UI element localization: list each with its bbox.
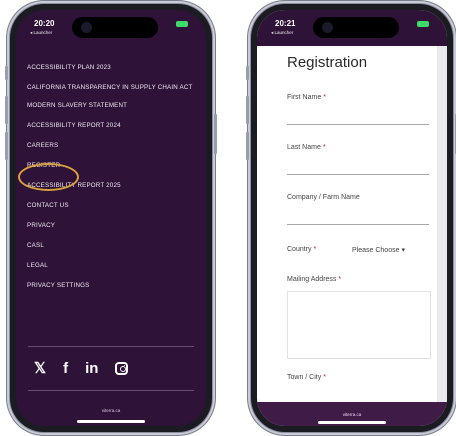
home-indicator[interactable] xyxy=(77,420,145,423)
form-background xyxy=(257,10,447,426)
menu-item-accessibility-plan-2023[interactable]: ACCESSIBILITY PLAN 2023 xyxy=(27,64,196,72)
social-divider-top xyxy=(28,346,194,347)
menu-item-privacy[interactable]: PRIVACY xyxy=(27,222,196,230)
mailing-address-textarea[interactable] xyxy=(287,291,431,359)
first-name-field[interactable] xyxy=(287,124,429,125)
volume-down-button xyxy=(246,132,249,160)
social-divider-bottom xyxy=(28,390,194,391)
country-label: Country * xyxy=(287,246,317,253)
status-time: 20:20 xyxy=(34,19,55,28)
page-title: Registration xyxy=(287,54,368,71)
mailing-address-label: Mailing Address * xyxy=(287,276,342,283)
volume-down-button xyxy=(5,132,8,160)
camera-icon xyxy=(81,22,92,33)
status-time: 20:21 xyxy=(275,19,296,28)
menu-item-casl[interactable]: CASL xyxy=(27,242,196,250)
dynamic-island xyxy=(72,17,158,38)
social-links: 𝕏 f in xyxy=(34,356,192,380)
camera-icon xyxy=(322,22,333,33)
mute-switch xyxy=(246,66,249,80)
country-select[interactable]: Please Choose ▾ xyxy=(352,246,405,254)
linkedin-icon[interactable]: in xyxy=(85,360,98,377)
left-phone: 20:20 ◂ Launcher ACCESSIBILITY PLAN 2023… xyxy=(5,4,217,432)
menu-item-careers[interactable]: CAREERS xyxy=(27,142,196,150)
company-field[interactable] xyxy=(287,224,429,225)
status-bar: 20:21 ◂ Launcher xyxy=(257,10,447,46)
home-indicator[interactable] xyxy=(318,421,386,424)
status-bar: 20:20 ◂ Launcher xyxy=(16,10,206,42)
url-bar[interactable]: viterra.ca xyxy=(16,408,206,413)
right-screen: 20:21 ◂ Launcher Registration First Name… xyxy=(257,10,447,426)
url-bar[interactable]: viterra.ca xyxy=(257,412,447,417)
dynamic-island xyxy=(313,17,399,38)
facebook-icon[interactable]: f xyxy=(63,360,68,377)
chevron-down-icon: ▾ xyxy=(401,247,405,254)
battery-icon xyxy=(417,21,429,27)
menu-item-privacy-settings[interactable]: PRIVACY SETTINGS xyxy=(27,282,196,290)
menu-item-accessibility-report-2024[interactable]: ACCESSIBILITY REPORT 2024 xyxy=(27,122,196,130)
first-name-label: First Name * xyxy=(287,94,326,101)
register-highlight-ring xyxy=(18,163,79,191)
instagram-icon[interactable] xyxy=(115,361,129,375)
menu-item-contact-us[interactable]: CONTACT US xyxy=(27,202,196,210)
volume-up-button xyxy=(246,96,249,124)
menu-item-legal[interactable]: LEGAL xyxy=(27,262,196,270)
company-label: Company / Farm Name xyxy=(287,194,360,201)
left-screen: 20:20 ◂ Launcher ACCESSIBILITY PLAN 2023… xyxy=(16,10,206,426)
back-to-launcher[interactable]: ◂ Launcher xyxy=(30,30,52,36)
volume-up-button xyxy=(5,96,8,124)
right-phone: 20:21 ◂ Launcher Registration First Name… xyxy=(246,4,456,432)
last-name-field[interactable] xyxy=(287,174,429,175)
last-name-label: Last Name * xyxy=(287,144,326,151)
mute-switch xyxy=(5,66,8,80)
page-side-gutter xyxy=(437,46,447,402)
menu-item-modern-slavery-statement[interactable]: MODERN SLAVERY STATEMENT xyxy=(27,102,196,110)
back-to-launcher[interactable]: ◂ Launcher xyxy=(271,30,293,36)
town-city-label: Town / City * xyxy=(287,374,326,381)
power-button xyxy=(214,114,217,154)
x-twitter-icon[interactable]: 𝕏 xyxy=(34,359,46,377)
battery-icon xyxy=(176,21,188,27)
menu-item-california-transparency[interactable]: CALIFORNIA TRANSPARENCY IN SUPPLY CHAIN … xyxy=(27,84,196,92)
